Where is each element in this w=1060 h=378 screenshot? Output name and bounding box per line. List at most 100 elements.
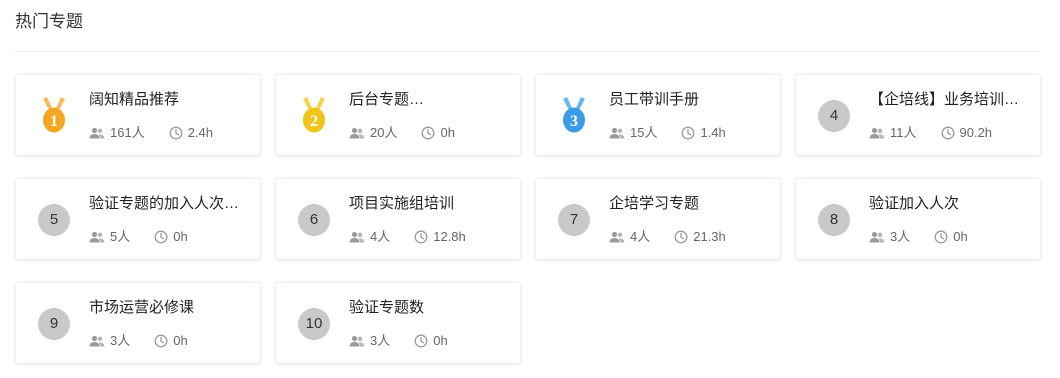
section-title: 热门专题	[15, 12, 83, 31]
topic-title[interactable]: 验证专题的加入人次…	[89, 194, 249, 214]
duration-value: 12.8h	[433, 229, 466, 244]
clock-icon	[941, 126, 960, 140]
rank-number: 9	[38, 308, 70, 340]
duration-stat: 12.8h	[414, 229, 466, 245]
duration-stat: 2.4h	[169, 125, 213, 141]
topic-title[interactable]: 后台专题…	[349, 90, 509, 110]
duration-stat: 90.2h	[941, 125, 993, 141]
topic-title[interactable]: 阔知精品推荐	[89, 90, 249, 110]
members-stat: 4人	[349, 229, 390, 245]
rank-badge: 7	[558, 204, 590, 236]
members-count: 20人	[370, 125, 398, 140]
duration-stat: 0h	[154, 333, 188, 349]
members-count: 4人	[370, 229, 391, 244]
clock-icon	[934, 230, 953, 244]
members-stat: 161人	[89, 125, 145, 141]
duration-value: 0h	[173, 229, 188, 244]
rank-badge: 9	[38, 308, 70, 340]
clock-icon	[154, 230, 173, 244]
duration-value: 90.2h	[959, 125, 993, 140]
medal-icon: 3	[558, 97, 590, 133]
topic-card[interactable]: 2 后台专题… 20人 0h	[275, 74, 521, 156]
duration-stat: 0h	[421, 125, 455, 141]
users-icon	[349, 231, 370, 243]
topic-stats: 3人 0h	[89, 333, 212, 349]
duration-stat: 21.3h	[674, 229, 726, 245]
duration-stat: 0h	[154, 229, 188, 245]
topic-title[interactable]: 员工带训手册	[609, 90, 769, 110]
members-count: 15人	[630, 125, 658, 140]
members-stat: 3人	[869, 229, 910, 245]
clock-icon	[674, 230, 693, 244]
rank-badge: 4	[818, 100, 850, 132]
members-count: 4人	[630, 229, 651, 244]
topic-title[interactable]: 验证专题数	[349, 298, 509, 318]
members-count: 11人	[890, 125, 917, 140]
topic-card[interactable]: 5 验证专题的加入人次… 5人 0h	[15, 178, 261, 260]
clock-icon	[421, 126, 440, 140]
clock-icon	[681, 126, 700, 140]
topic-stats: 3人 0h	[349, 333, 472, 349]
topic-grid: 1 阔知精品推荐 161人 2.4h 2 后台专题… 20人 0h 3 员工带训手册 15人 1.4h…	[15, 74, 1041, 364]
svg-text:3: 3	[570, 113, 578, 130]
duration-value: 1.4h	[700, 125, 726, 140]
topic-stats: 161人 2.4h	[89, 125, 237, 141]
users-icon	[349, 335, 370, 347]
topic-title[interactable]: 【企培线】业务培训…	[869, 90, 1029, 110]
members-stat: 15人	[609, 125, 657, 141]
topic-stats: 11人 90.2h	[869, 125, 1016, 141]
topic-card[interactable]: 7 企培学习专题 4人 21.3h	[535, 178, 781, 260]
topic-card[interactable]: 1 阔知精品推荐 161人 2.4h	[15, 74, 261, 156]
duration-value: 2.4h	[187, 125, 214, 140]
svg-text:1: 1	[50, 113, 58, 130]
svg-text:2: 2	[310, 113, 318, 130]
topic-stats: 20人 0h	[349, 125, 479, 141]
members-stat: 5人	[89, 229, 130, 245]
members-count: 3人	[370, 333, 391, 348]
rank-number: 6	[298, 204, 330, 236]
topic-title[interactable]: 验证加入人次	[869, 194, 1029, 214]
rank-badge: 5	[38, 204, 70, 236]
topic-card[interactable]: 6 项目实施组培训 4人 12.8h	[275, 178, 521, 260]
members-stat: 11人	[869, 125, 917, 141]
rank-badge: 8	[818, 204, 850, 236]
topic-card[interactable]: 3 员工带训手册 15人 1.4h	[535, 74, 781, 156]
members-stat: 3人	[89, 333, 130, 349]
topic-card[interactable]: 10 验证专题数 3人 0h	[275, 282, 521, 364]
rank-number: 5	[38, 204, 70, 236]
duration-stat: 1.4h	[681, 125, 726, 141]
duration-value: 0h	[433, 333, 448, 348]
medal-icon: 2	[298, 97, 330, 133]
topic-title[interactable]: 项目实施组培训	[349, 194, 509, 214]
members-stat: 3人	[349, 333, 390, 349]
topic-title[interactable]: 市场运营必修课	[89, 298, 249, 318]
duration-stat: 0h	[414, 333, 448, 349]
topic-stats: 5人 0h	[89, 229, 212, 245]
duration-value: 0h	[173, 333, 188, 348]
users-icon	[869, 127, 890, 139]
users-icon	[89, 335, 110, 347]
medal-icon: 1	[38, 97, 70, 133]
members-stat: 4人	[609, 229, 650, 245]
duration-stat: 0h	[934, 229, 968, 245]
clock-icon	[169, 126, 188, 140]
users-icon	[609, 231, 630, 243]
users-icon	[869, 231, 890, 243]
topic-stats: 3人 0h	[869, 229, 992, 245]
rank-badge: 10	[298, 308, 330, 340]
users-icon	[609, 127, 630, 139]
users-icon	[89, 127, 110, 139]
users-icon	[349, 127, 370, 139]
topic-title[interactable]: 企培学习专题	[609, 194, 769, 214]
topic-stats: 15人 1.4h	[609, 125, 750, 141]
members-count: 161人	[110, 125, 145, 140]
duration-value: 21.3h	[693, 229, 726, 244]
topic-card[interactable]: 9 市场运营必修课 3人 0h	[15, 282, 261, 364]
topic-card[interactable]: 8 验证加入人次 3人 0h	[795, 178, 1041, 260]
rank-number: 8	[818, 204, 850, 236]
members-stat: 20人	[349, 125, 397, 141]
section-divider	[15, 51, 1040, 52]
clock-icon	[154, 334, 173, 348]
rank-number: 7	[558, 204, 590, 236]
topic-card[interactable]: 4 【企培线】业务培训… 11人 90.2h	[795, 74, 1041, 156]
